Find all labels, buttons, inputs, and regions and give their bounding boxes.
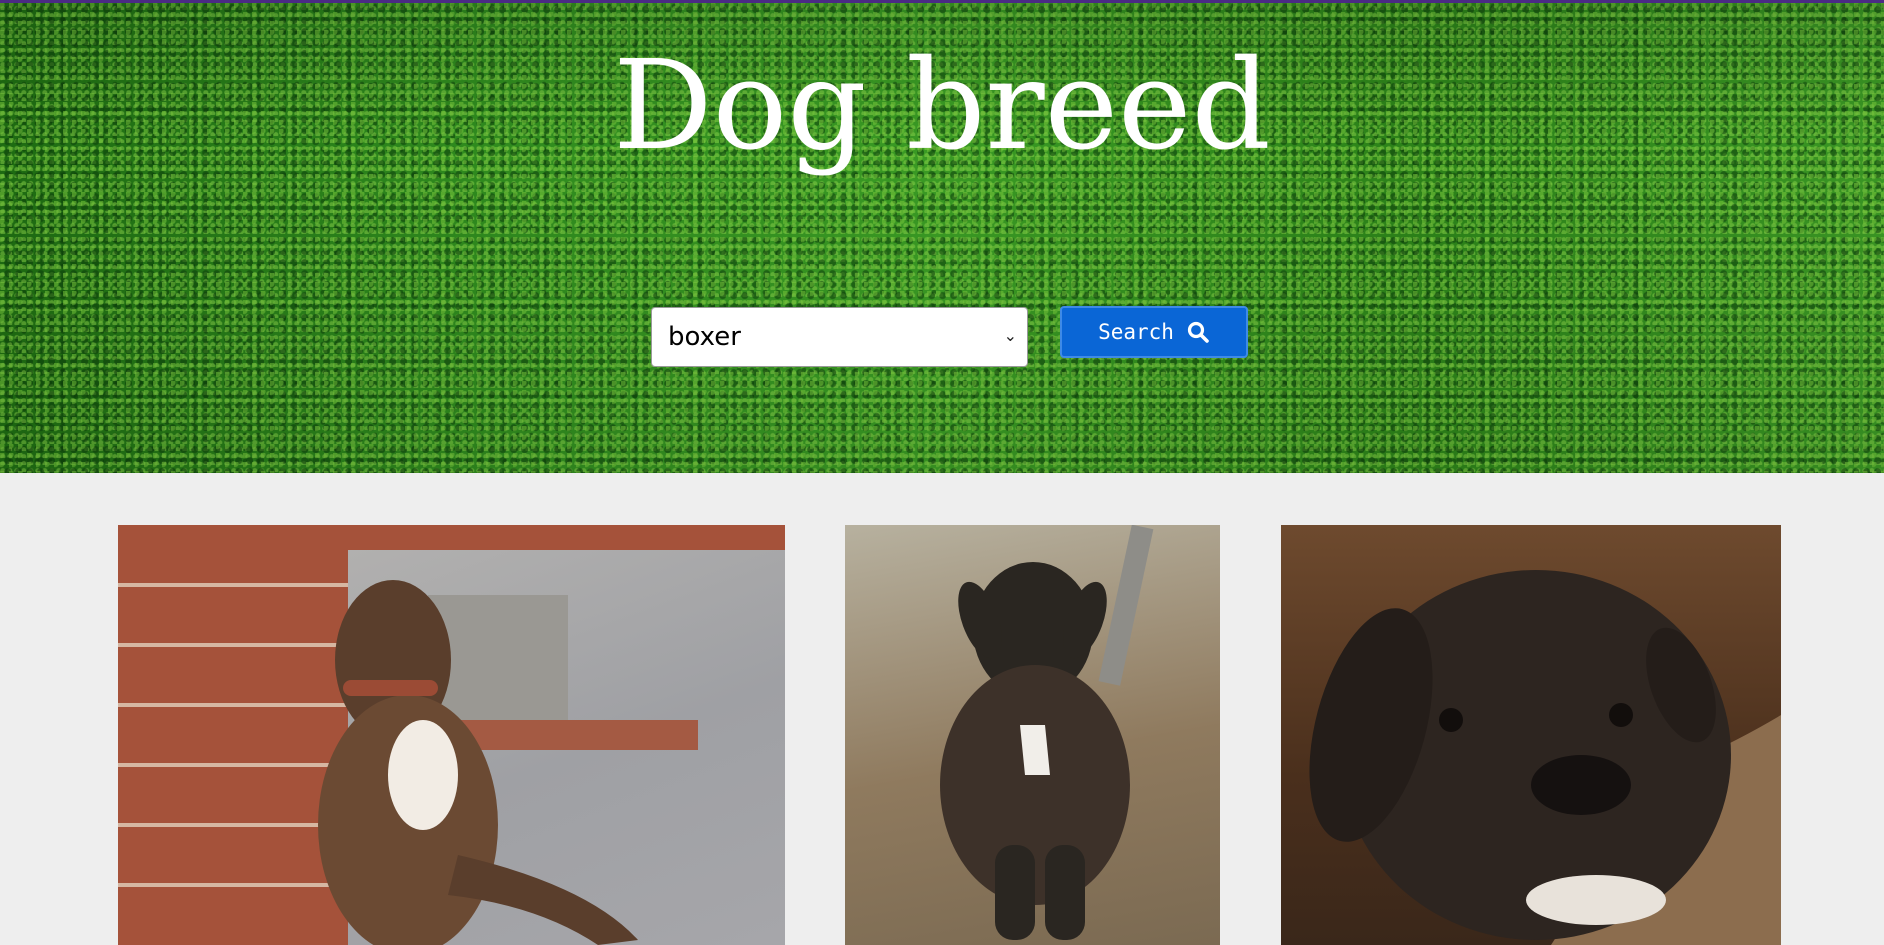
dog-photo-3[interactable] bbox=[1281, 525, 1781, 945]
dog-photo-2-art bbox=[940, 525, 1154, 940]
search-button-label: Search bbox=[1098, 320, 1174, 344]
dog-photo-1-art bbox=[118, 525, 785, 945]
search-button[interactable]: Search bbox=[1060, 306, 1248, 358]
search-icon bbox=[1186, 320, 1210, 344]
dog-photo-2[interactable] bbox=[845, 525, 1220, 945]
dog-photo-3-art bbox=[1309, 570, 1781, 945]
page-title: Dog breed bbox=[613, 34, 1271, 178]
hero-banner: Dog breed boxer ⌄ Search bbox=[0, 3, 1884, 473]
dog-photo-1[interactable] bbox=[118, 525, 785, 945]
image-gallery bbox=[0, 473, 1884, 945]
breed-select-value: boxer bbox=[668, 322, 741, 352]
chevron-down-icon: ⌄ bbox=[1003, 326, 1017, 345]
breed-select[interactable]: boxer ⌄ bbox=[651, 307, 1028, 367]
